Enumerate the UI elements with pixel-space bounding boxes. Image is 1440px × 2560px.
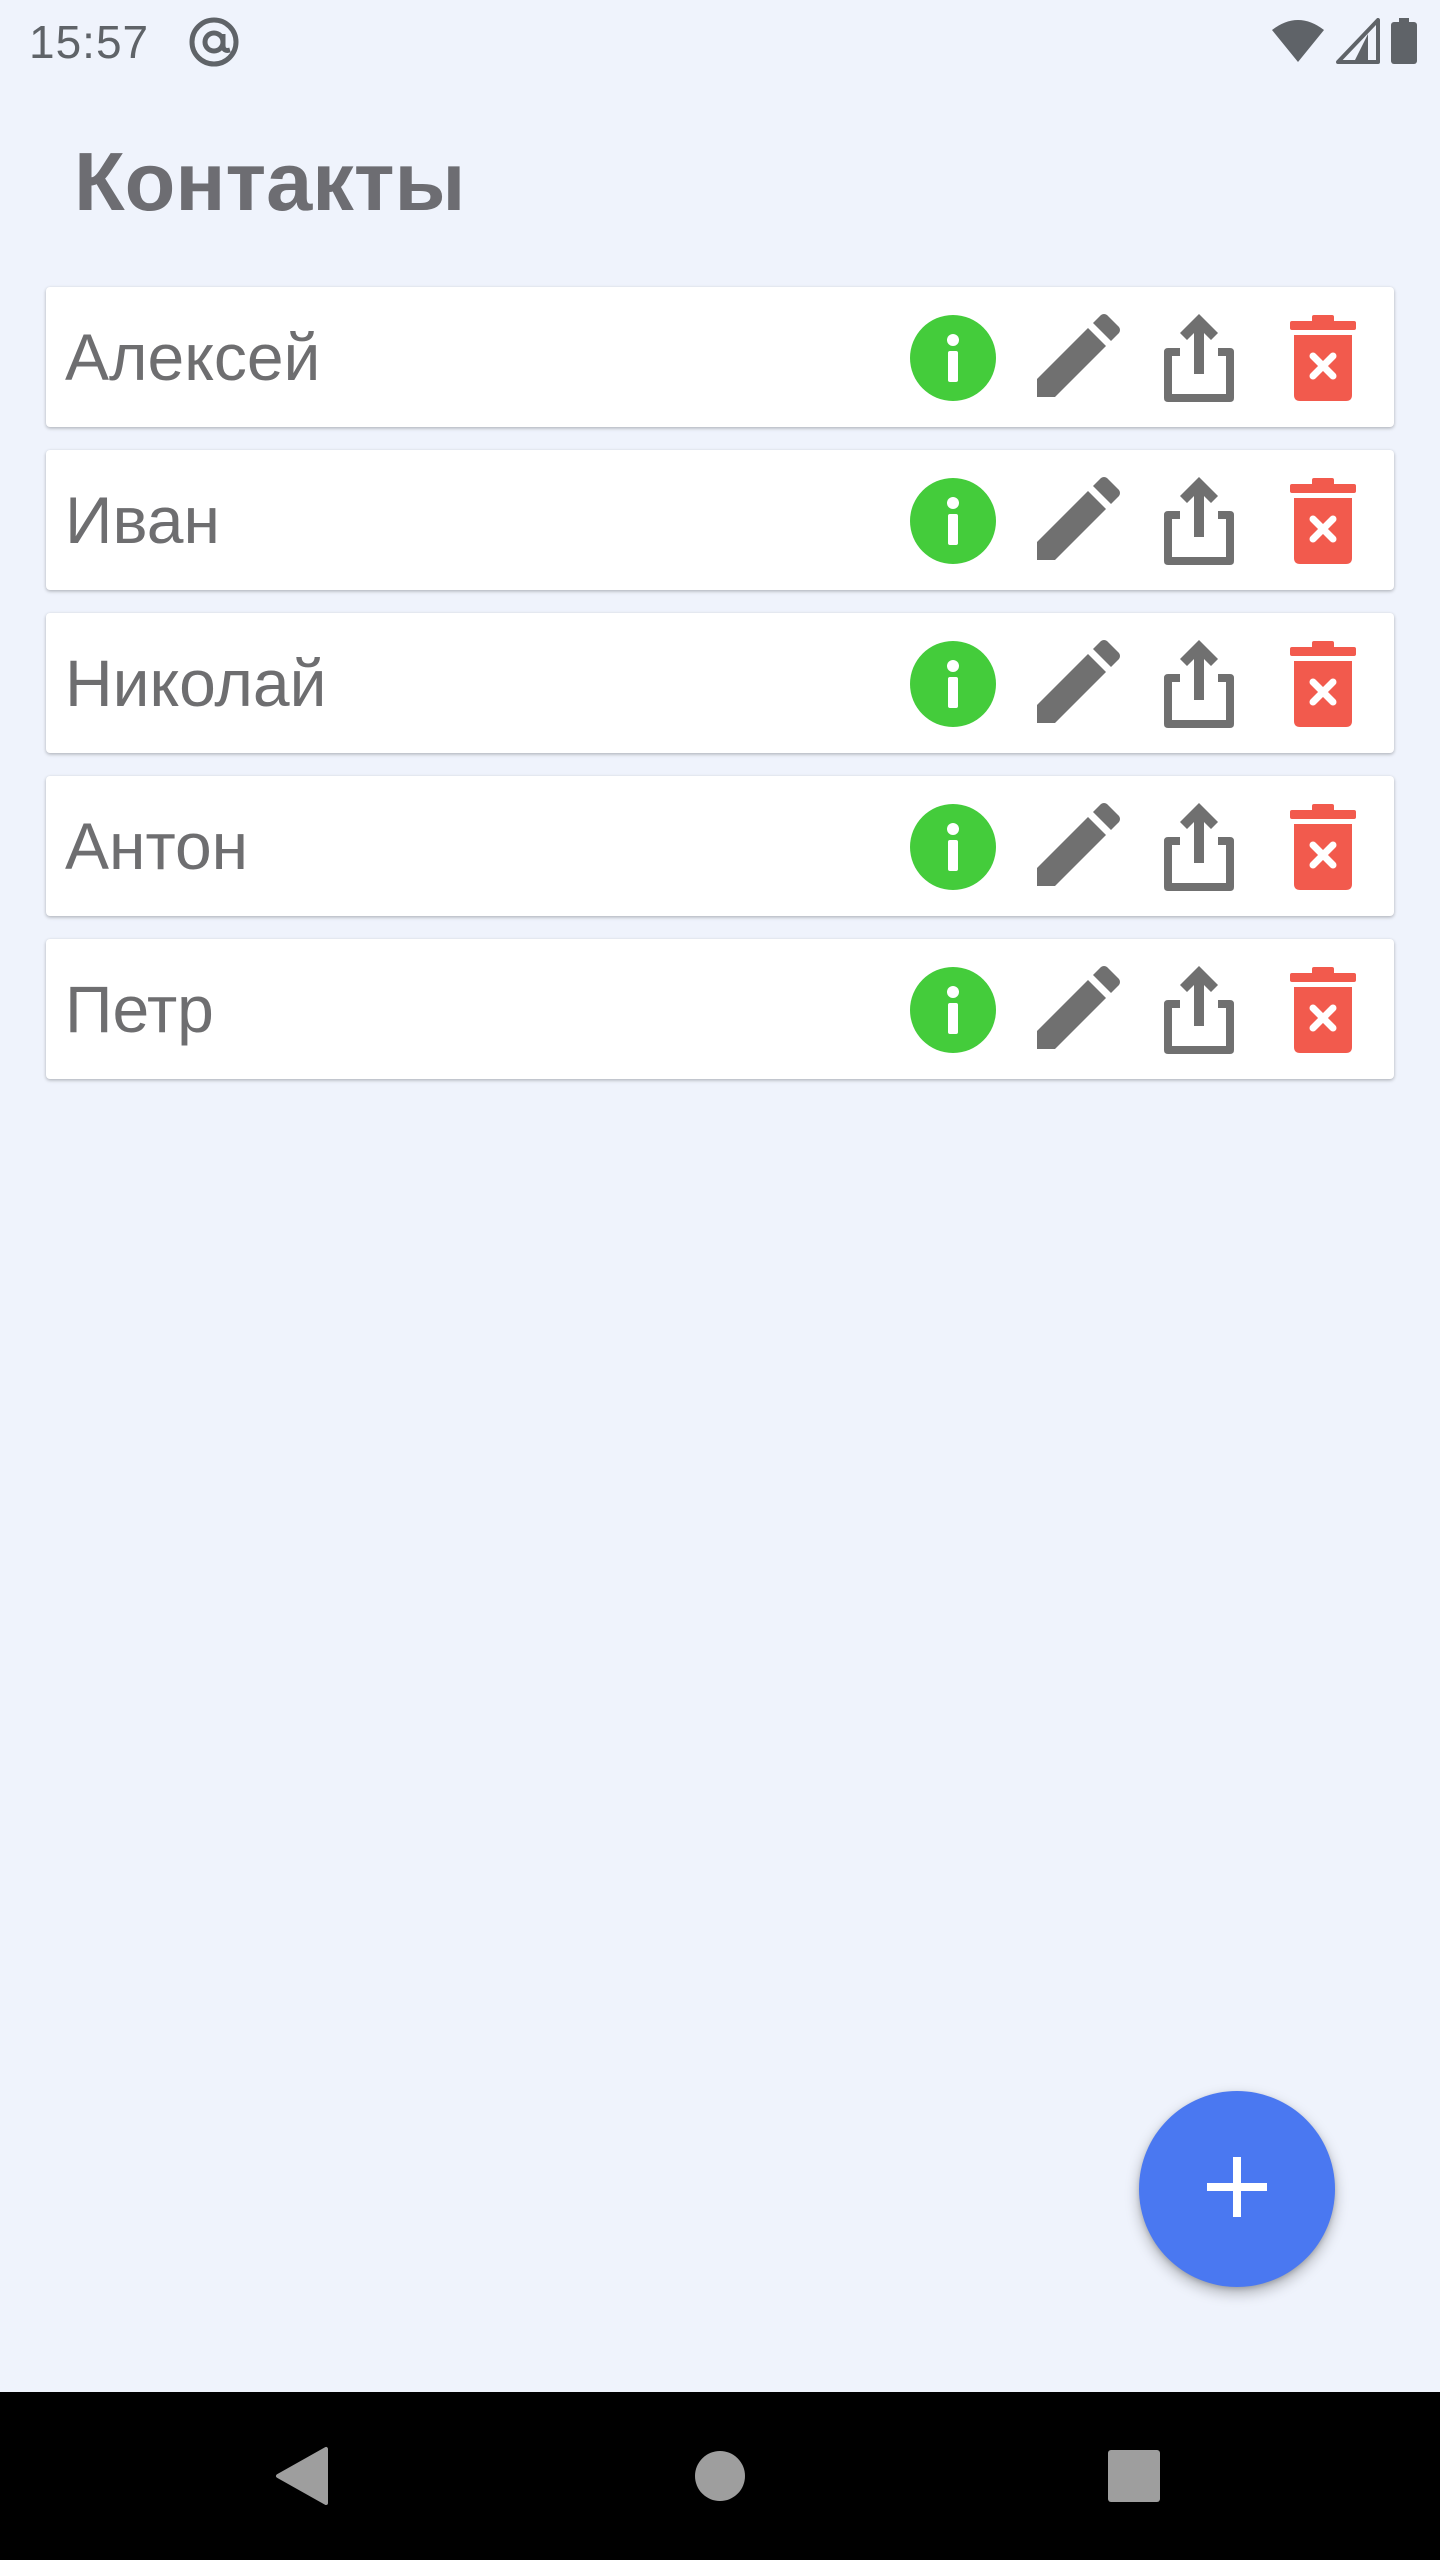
edit-pencil-icon[interactable]	[1031, 802, 1121, 892]
info-icon[interactable]	[908, 313, 998, 403]
page-title: Контакты	[74, 135, 466, 228]
share-icon[interactable]	[1154, 802, 1244, 892]
status-time: 15:57	[29, 16, 150, 68]
delete-trash-icon[interactable]	[1278, 313, 1368, 403]
delete-trash-icon[interactable]	[1278, 965, 1368, 1055]
contact-name: Иван	[65, 483, 220, 557]
delete-trash-icon[interactable]	[1278, 639, 1368, 729]
share-icon[interactable]	[1154, 476, 1244, 566]
delete-trash-icon[interactable]	[1278, 802, 1368, 892]
info-icon[interactable]	[908, 476, 998, 566]
contact-row[interactable]: Иван	[46, 450, 1394, 590]
home-circle-icon[interactable]	[680, 2436, 760, 2516]
cell-signal-icon	[1336, 17, 1380, 69]
info-icon[interactable]	[908, 639, 998, 729]
contact-row[interactable]: Антон	[46, 776, 1394, 916]
add-contact-button[interactable]	[1139, 2091, 1335, 2287]
battery-icon	[1390, 17, 1418, 69]
info-icon[interactable]	[908, 965, 998, 1055]
edit-pencil-icon[interactable]	[1031, 965, 1121, 1055]
at-sign-icon	[186, 14, 242, 70]
status-bar: 15:57	[0, 0, 1440, 84]
share-icon[interactable]	[1154, 639, 1244, 729]
contact-row[interactable]: Николай	[46, 613, 1394, 753]
wifi-icon	[1270, 18, 1326, 69]
delete-trash-icon[interactable]	[1278, 476, 1368, 566]
status-icons	[1270, 17, 1418, 69]
recents-square-icon[interactable]	[1094, 2436, 1174, 2516]
share-icon[interactable]	[1154, 965, 1244, 1055]
info-icon[interactable]	[908, 802, 998, 892]
edit-pencil-icon[interactable]	[1031, 313, 1121, 403]
contact-name: Алексей	[65, 320, 321, 394]
plus-icon	[1205, 2155, 1269, 2224]
contact-name: Николай	[65, 646, 327, 720]
contact-list: Алексей Иван Николай Антон Петр	[46, 287, 1394, 1102]
back-triangle-icon[interactable]	[262, 2436, 342, 2516]
contact-name: Антон	[65, 809, 249, 883]
contact-name: Петр	[65, 972, 214, 1046]
navigation-bar	[0, 2392, 1440, 2560]
share-icon[interactable]	[1154, 313, 1244, 403]
edit-pencil-icon[interactable]	[1031, 476, 1121, 566]
contact-row[interactable]: Алексей	[46, 287, 1394, 427]
edit-pencil-icon[interactable]	[1031, 639, 1121, 729]
contact-row[interactable]: Петр	[46, 939, 1394, 1079]
